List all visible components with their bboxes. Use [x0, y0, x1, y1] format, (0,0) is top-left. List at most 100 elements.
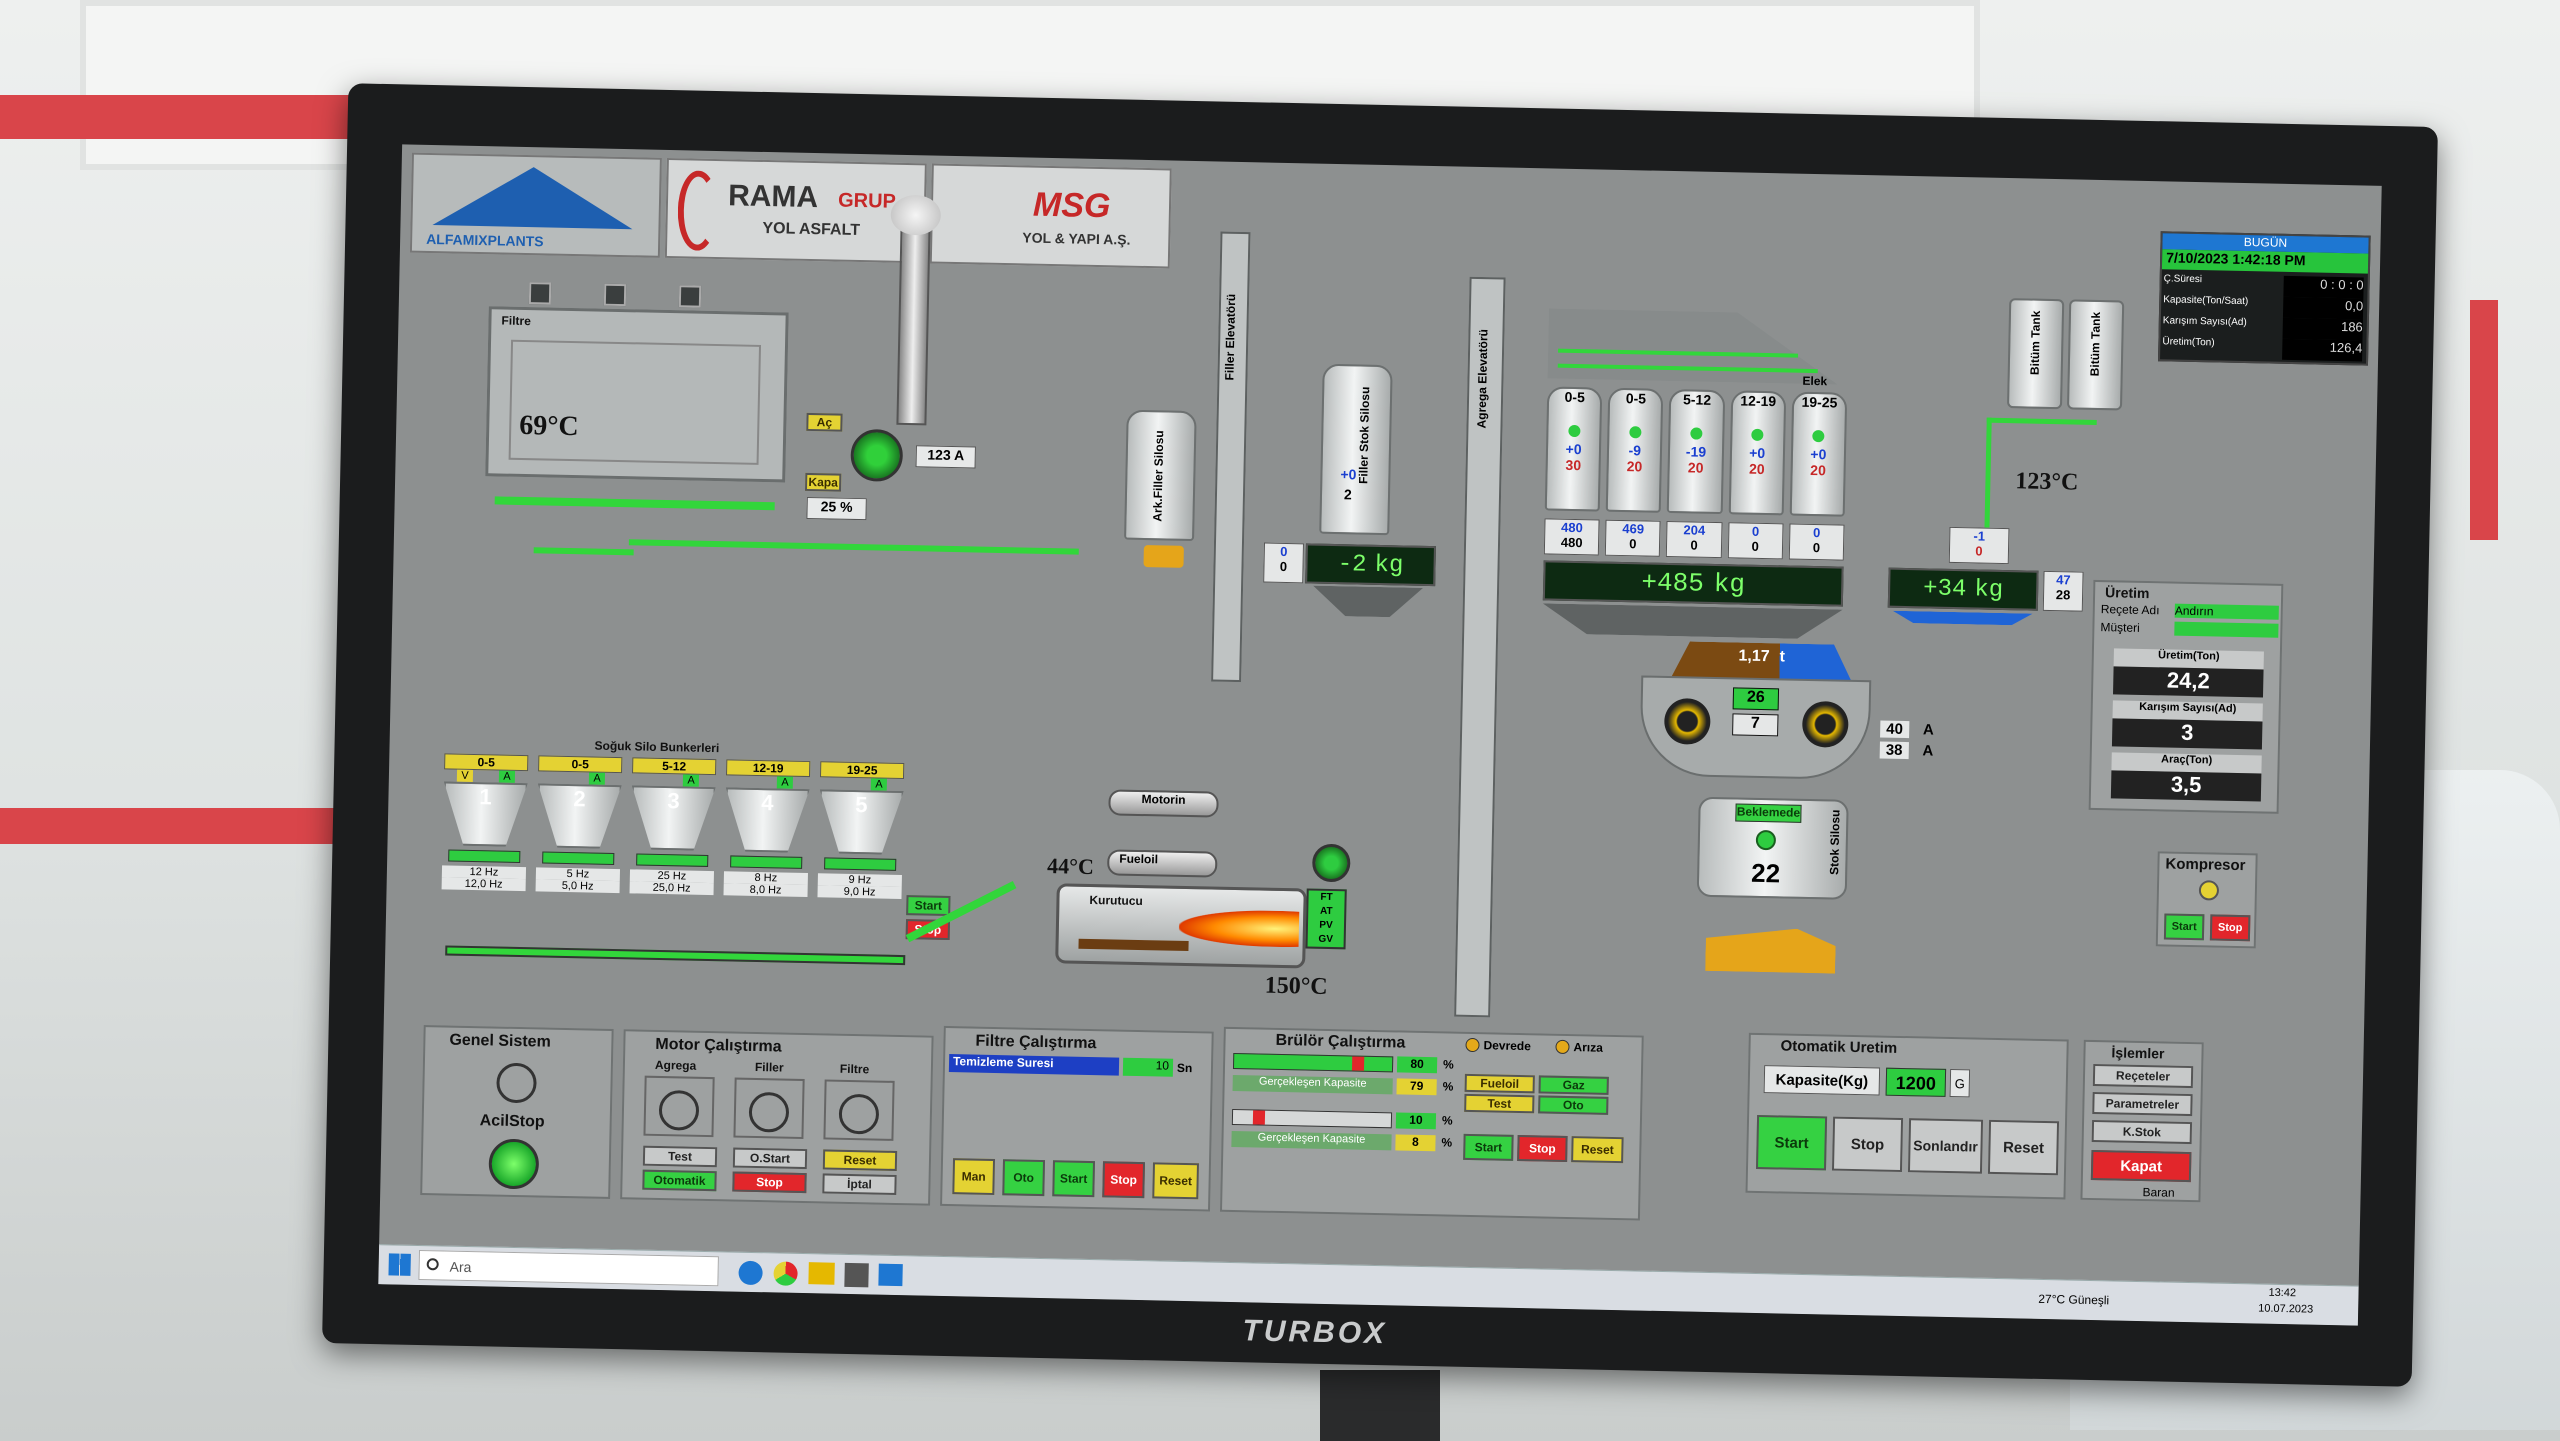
store-icon[interactable]: [844, 1262, 869, 1288]
motor-otomatik-button[interactable]: Otomatik: [642, 1169, 717, 1192]
parametreler-button[interactable]: Parametreler: [2092, 1092, 2193, 1117]
otomatik-sonlandir-button[interactable]: Sonlandır: [1907, 1118, 1984, 1174]
motor-ostart-button[interactable]: O.Start: [732, 1147, 808, 1170]
cold-bin-flag: V: [457, 769, 473, 783]
alfamix-logo-text: ALFAMIXPLANTS: [426, 230, 544, 250]
msg-logo-text: MSG: [1032, 185, 1111, 226]
hot-bin-weight-2: 0: [1690, 537, 1698, 553]
rama-logo: RAMA GRUP YOL ASFALT: [664, 157, 927, 264]
brulor-start-button[interactable]: Start: [1463, 1133, 1514, 1161]
hot-bin-name: 0-5: [1564, 388, 1586, 406]
cold-bin-number: 2: [536, 783, 621, 849]
hot-bin-bottom: 20: [1687, 459, 1704, 476]
mail-icon[interactable]: [878, 1263, 903, 1287]
cold-bin-flags: A: [538, 771, 622, 785]
motor-filtre-box[interactable]: [823, 1079, 895, 1141]
brulor-reset-button[interactable]: Reset: [1571, 1136, 1624, 1164]
monitor-brand: TURBOX: [1242, 1314, 1388, 1351]
mixer-amp-row: 38 A: [1879, 741, 1960, 760]
bitum-readout: -1 0: [1948, 526, 2010, 565]
brulor-gaz-button[interactable]: Gaz: [1538, 1075, 1609, 1095]
otomatik-start-button[interactable]: Start: [1755, 1114, 1828, 1171]
monitor-stand: [1320, 1370, 1440, 1441]
temizleme-value[interactable]: 10: [1122, 1057, 1174, 1077]
dryer-temp-in: 44°C: [1046, 853, 1095, 880]
mixer-shaft-icon: [1801, 700, 1849, 748]
motor-iptal-button[interactable]: İptal: [822, 1173, 897, 1195]
motor-agrega-box[interactable]: [643, 1075, 715, 1138]
taskbar-search-text: Ara: [449, 1258, 472, 1276]
bitum-tank: Bitüm Tank: [2066, 299, 2125, 411]
filter-valve-icon: [678, 285, 702, 308]
folder-icon[interactable]: [808, 1262, 835, 1285]
cold-bins-start-button[interactable]: Start: [906, 895, 951, 917]
otomatik-stop-button[interactable]: Stop: [1831, 1116, 1904, 1173]
receteler-button[interactable]: Reçeteler: [2092, 1064, 2194, 1089]
bitum-pipe: [1986, 417, 2097, 425]
red-railing-lower: [0, 808, 350, 844]
mixer-amp1: 40: [1880, 720, 1910, 739]
production-prod-value: 24,2: [2113, 666, 2264, 698]
brulor-pct: %: [1441, 1135, 1453, 1150]
motor-filler-box[interactable]: [733, 1077, 805, 1140]
brulor-slider-2[interactable]: [1231, 1108, 1393, 1129]
compressor-stop-button[interactable]: Stop: [2209, 914, 2251, 942]
brulor-stop-button[interactable]: Stop: [1517, 1134, 1568, 1163]
motor-test-button[interactable]: Test: [642, 1145, 718, 1168]
kapasite-input[interactable]: 1200: [1885, 1067, 1947, 1097]
rama-sub-text: YOL ASFALT: [762, 219, 861, 239]
filtre-man-button[interactable]: Man: [952, 1158, 996, 1196]
brulor-slider-1[interactable]: [1232, 1052, 1394, 1073]
otomatik-reset-button[interactable]: Reset: [1987, 1119, 2060, 1176]
summary-row-label: Ç.Süresi: [2163, 273, 2203, 286]
filter-house: Filtre 69°C: [485, 306, 789, 483]
hot-bin-bottom: 30: [1565, 456, 1582, 474]
compressor-title: Kompresor: [2165, 855, 2246, 875]
brulor-oto-button[interactable]: Oto: [1538, 1095, 1609, 1115]
motor-filtre-label: Filtre: [839, 1061, 870, 1077]
filter-temp: 69°C: [518, 409, 580, 443]
hot-bin-top: -19: [1685, 443, 1707, 460]
cold-bin-flag2: A: [499, 770, 515, 783]
filtre-stop-button[interactable]: Stop: [1102, 1161, 1146, 1199]
motor-reset-button[interactable]: Reset: [822, 1149, 898, 1171]
cold-bin-size: 5-12: [632, 757, 717, 776]
cold-bin-flag2: A: [777, 776, 793, 789]
cold-bin-flag2: A: [871, 778, 887, 791]
brulor-fueloil-button[interactable]: Fueloil: [1464, 1073, 1535, 1094]
hot-bin-weight-2: 0: [1812, 540, 1821, 556]
cold-bin: 19-25 A 5 9 Hz 9,0 Hz: [817, 761, 905, 903]
filtre-title: Filtre Çalıştırma: [975, 1032, 1097, 1053]
summary-rows: Ç.Süresi 0 : 0 : 0 Kapasite(Ton/Saat) 0,0 …: [2162, 273, 2364, 362]
cold-bins: Soğuk Silo Bunkerleri 0-5 VA 1 12 Hz 12,…: [441, 735, 954, 906]
chrome-icon[interactable]: [773, 1261, 798, 1286]
kstok-button[interactable]: K.Stok: [2091, 1119, 2193, 1145]
filtre-start-button[interactable]: Start: [1052, 1160, 1096, 1198]
compressor-start-button[interactable]: Start: [2163, 913, 2205, 941]
emergency-stop-button[interactable]: [488, 1138, 540, 1190]
filtre-oto-button[interactable]: Oto: [1002, 1159, 1046, 1197]
hot-bin-name: 12-19: [1740, 392, 1777, 410]
motor-stop-button[interactable]: Stop: [732, 1171, 807, 1194]
fan-open-button[interactable]: Aç: [806, 412, 843, 432]
filtre-reset-button[interactable]: Reset: [1152, 1162, 1199, 1200]
filter-label: Filtre: [501, 313, 531, 329]
taskbar-search[interactable]: Ara: [418, 1249, 719, 1287]
customer-value[interactable]: [2174, 621, 2279, 638]
cold-bin-size: 0-5: [444, 753, 529, 772]
hot-bin: 0-5 +0 30: [1544, 386, 1603, 512]
brulor-test-button[interactable]: Test: [1464, 1093, 1535, 1114]
kapat-button[interactable]: Kapat: [2090, 1149, 2192, 1183]
windows-start-icon[interactable]: [388, 1253, 411, 1276]
summary-panel: BUGÜN 7/10/2023 1:42:18 PM Ç.Süresi 0 : 0…: [2157, 231, 2371, 366]
hot-bin-weight-1: 469: [1622, 521, 1645, 537]
recipe-value[interactable]: Andırın: [2174, 603, 2279, 620]
cold-bin-number: 4: [724, 787, 809, 853]
scada-screen: ALFAMIXPLANTS RAMA GRUP YOL ASFALT MSG Y…: [378, 144, 2382, 1326]
edge-icon[interactable]: [738, 1260, 763, 1286]
mixer-amp2: 38: [1879, 741, 1909, 760]
slider-handle-icon: [1252, 1110, 1266, 1125]
hot-bin-name: 5-12: [1682, 391, 1712, 408]
hot-bin-weight-1: 480: [1560, 519, 1583, 536]
fan-close-button[interactable]: Kapa: [804, 472, 842, 492]
